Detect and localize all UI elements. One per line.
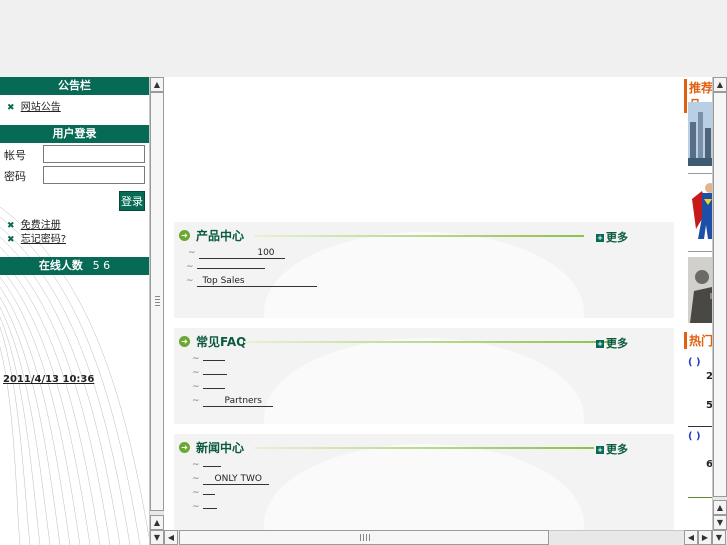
login-header: 用户登录 xyxy=(0,125,149,143)
username-label: 帐号 xyxy=(4,149,26,162)
panel-title: 新闻中心 xyxy=(196,441,245,455)
right-sidebar-frame: 推荐产品 热门 ( ) 2 5 ( ) 6 ▲ ▲ ▼ xyxy=(680,77,727,545)
arrow-circle-icon: ➜ xyxy=(179,230,190,241)
list-item[interactable]: ~ Partners xyxy=(192,396,273,407)
scroll-right-icon[interactable]: ▶ xyxy=(698,530,712,545)
scroll-down-icon[interactable]: ▼ xyxy=(712,530,726,545)
more-link[interactable]: + 更多 xyxy=(596,441,628,457)
scroll-down-icon[interactable]: ▼ xyxy=(713,515,727,530)
list-item[interactable]: ~ Top Sales xyxy=(186,276,317,287)
left-sidebar-frame: 公告栏 ✖ 网站公告 用户登录 帐号 密码 登录 ✖ 免费注册 ✖ 忘记密码? … xyxy=(0,77,164,545)
more-link[interactable]: + 更多 xyxy=(596,335,628,351)
forgot-link-row: ✖ 忘记密码? xyxy=(7,230,66,245)
panel-divider xyxy=(254,447,594,449)
online-users-count: 5 6 xyxy=(92,259,111,272)
news-center-panel: ➜ 新闻中心 + 更多 ~ ~ ONLY TWO ~ ~ xyxy=(174,434,674,530)
panel-title: 产品中心 xyxy=(196,229,245,243)
register-link-row: ✖ 免费注册 xyxy=(7,216,61,231)
scroll-up-icon[interactable]: ▲ xyxy=(713,500,727,515)
arrow-circle-icon: ➜ xyxy=(179,336,190,347)
left-vertical-scrollbar[interactable]: ▲ ▲ ▼ xyxy=(149,77,164,545)
list-item[interactable]: ~ ONLY TWO xyxy=(192,474,269,485)
scroll-left-icon[interactable]: ◀ xyxy=(684,530,698,545)
grip-icon xyxy=(360,534,372,541)
more-link[interactable]: + 更多 xyxy=(596,229,628,245)
list-item[interactable]: ~ xyxy=(192,368,227,378)
password-field[interactable] xyxy=(43,166,145,184)
right-snippet[interactable]: ( ) xyxy=(688,357,701,368)
divider xyxy=(688,497,714,498)
list-item[interactable]: ~ xyxy=(192,460,221,470)
horizontal-scroll-thumb[interactable] xyxy=(179,530,549,545)
panel-title: 常见FAQ xyxy=(196,335,247,349)
bullet-x-icon: ✖ xyxy=(7,235,15,245)
faq-panel: ➜ 常见FAQ + 更多 ~ ~ ~ ~ Partners xyxy=(174,328,674,424)
right-vertical-scrollbar[interactable]: ▲ ▲ ▼ xyxy=(712,77,727,530)
plus-icon: + xyxy=(596,340,604,348)
product-center-panel: ➜ 产品中心 + 更多 ~100 ~ ~ Top Sales xyxy=(174,222,674,318)
divider xyxy=(688,426,714,427)
list-item[interactable]: ~ xyxy=(192,488,215,498)
list-item[interactable]: ~ xyxy=(192,354,225,364)
top-blank-area xyxy=(0,0,727,77)
list-item[interactable]: ~ xyxy=(192,382,225,392)
panel-divider xyxy=(254,235,584,237)
password-label: 密码 xyxy=(4,170,26,183)
list-item[interactable]: ~ xyxy=(186,262,265,272)
scroll-down-icon[interactable]: ▼ xyxy=(150,530,164,545)
bullet-x-icon: ✖ xyxy=(7,103,15,113)
plus-icon: + xyxy=(596,234,604,242)
announcement-link-row: ✖ 网站公告 xyxy=(7,98,61,113)
online-users-header: 在线人数 5 6 xyxy=(0,257,149,275)
right-scroll-thumb[interactable] xyxy=(713,92,727,497)
online-users-label: 在线人数 xyxy=(38,259,83,272)
left-sidebar-content: 公告栏 ✖ 网站公告 用户登录 帐号 密码 登录 ✖ 免费注册 ✖ 忘记密码? … xyxy=(0,77,149,545)
list-item[interactable]: ~100 xyxy=(188,248,285,259)
panel-divider xyxy=(244,341,614,343)
right-snippet[interactable]: ( ) xyxy=(688,431,701,442)
plus-icon: + xyxy=(596,446,604,454)
current-datetime: 2011/4/13 10:36 xyxy=(3,374,95,385)
main-content-frame: ➜ 产品中心 + 更多 ~100 ~ ~ Top Sales ➜ 常见FAQ + 更多… xyxy=(164,77,680,545)
username-field[interactable] xyxy=(43,145,145,163)
list-item[interactable]: ~ xyxy=(192,502,217,512)
scroll-up-icon[interactable]: ▲ xyxy=(713,77,727,92)
announcement-header: 公告栏 xyxy=(0,77,149,95)
grip-icon xyxy=(155,296,160,306)
scroll-up-icon[interactable]: ▲ xyxy=(150,515,164,530)
left-scroll-thumb[interactable] xyxy=(150,92,164,511)
scroll-up-icon[interactable]: ▲ xyxy=(150,77,164,92)
horizontal-scrollbar[interactable]: ◀ ◀ ▶ ▼ xyxy=(164,530,727,545)
hot-header: 热门 xyxy=(684,332,713,349)
login-button[interactable]: 登录 xyxy=(119,191,145,211)
scroll-left-icon[interactable]: ◀ xyxy=(164,530,178,545)
forgot-password-link[interactable]: 忘记密码? xyxy=(21,234,66,245)
arrow-circle-icon: ➜ xyxy=(179,442,190,453)
announcement-link[interactable]: 网站公告 xyxy=(21,102,61,113)
